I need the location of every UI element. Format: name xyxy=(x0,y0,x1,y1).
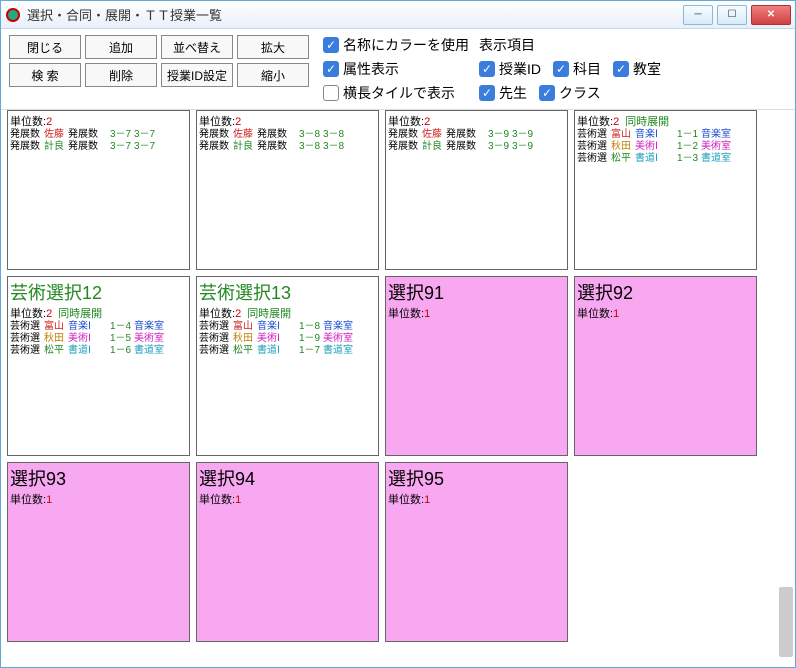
tile-title: 選択94 xyxy=(199,465,376,491)
tile-title: 選択92 xyxy=(577,279,754,305)
tile-units: 単位数:2 xyxy=(10,113,187,129)
tile-units: 単位数:1 xyxy=(199,491,376,507)
tile-detail-row: 芸術選秋田美術Ⅰ1－5美術室 xyxy=(10,333,187,345)
tile-detail-row: 芸術選富山音楽Ⅰ1－1音楽室 xyxy=(577,129,754,141)
chk-teacher[interactable]: ✓ xyxy=(479,85,495,101)
tile-detail-row: 芸術選松平書道Ⅰ1－3書道室 xyxy=(577,153,754,165)
chk-subject[interactable]: ✓ xyxy=(553,61,569,77)
app-icon xyxy=(5,7,21,23)
lesson-tile[interactable]: 選択93単位数:1 xyxy=(7,462,190,642)
chk-attr-show[interactable]: ✓ xyxy=(323,61,339,77)
delete-button[interactable]: 削除 xyxy=(85,63,157,87)
app-window: 選択・合同・展開・ＴＴ授業一覧 ─ ☐ ✕ 閉じる 追加 並べ替え 拡大 検 索… xyxy=(0,0,796,668)
chk-class[interactable]: ✓ xyxy=(539,85,555,101)
tile-detail-row: 芸術選富山音楽Ⅰ1－4音楽室 xyxy=(10,321,187,333)
sort-button[interactable]: 並べ替え xyxy=(161,35,233,59)
tile-units: 単位数:1 xyxy=(388,305,565,321)
tile-detail-row: 芸術選秋田美術Ⅰ1－2美術室 xyxy=(577,141,754,153)
tile-grid: 単位数:2発展数佐藤発展数3－73－7発展数計良発展数3－73－7単位数:2発展… xyxy=(1,110,795,648)
close-window-button[interactable]: ✕ xyxy=(751,5,791,25)
check-col-left: ✓名称にカラーを使用 ✓属性表示 横長タイルで表示 xyxy=(323,35,469,103)
close-button[interactable]: 閉じる xyxy=(9,35,81,59)
tile-detail-row: 発展数佐藤発展数3－93－9 xyxy=(388,129,565,141)
zoomout-button[interactable]: 縮小 xyxy=(237,63,309,87)
tile-detail-row: 芸術選富山音楽Ⅰ1－8音楽室 xyxy=(199,321,376,333)
lesson-tile[interactable]: 選択91単位数:1 xyxy=(385,276,568,456)
tile-units: 単位数:2 xyxy=(199,113,376,129)
lesson-tile[interactable]: 選択94単位数:1 xyxy=(196,462,379,642)
lesson-tile[interactable]: 芸術選択12単位数:2同時展開芸術選富山音楽Ⅰ1－4音楽室芸術選秋田美術Ⅰ1－5… xyxy=(7,276,190,456)
tile-units: 単位数:1 xyxy=(577,305,754,321)
lesson-tile[interactable]: 単位数:2発展数佐藤発展数3－93－9発展数計良発展数3－93－9 xyxy=(385,110,568,270)
content-area: 単位数:2発展数佐藤発展数3－73－7発展数計良発展数3－73－7単位数:2発展… xyxy=(1,110,795,667)
check-col-right: 表示項目 ✓授業ID ✓科目 ✓教室 ✓先生 ✓クラス xyxy=(479,35,661,103)
zoomin-button[interactable]: 拡大 xyxy=(237,35,309,59)
tile-title: 芸術選択13 xyxy=(199,279,376,305)
tile-title: 選択95 xyxy=(388,465,565,491)
chk-name-color[interactable]: ✓ xyxy=(323,37,339,53)
tile-units: 単位数:2同時展開 xyxy=(577,113,754,129)
tile-detail-row: 芸術選松平書道Ⅰ1－7書道室 xyxy=(199,345,376,357)
chk-room[interactable]: ✓ xyxy=(613,61,629,77)
toolbar-buttons: 閉じる 追加 並べ替え 拡大 検 索 削除 授業ID設定 縮小 xyxy=(9,35,309,87)
tile-detail-row: 芸術選秋田美術Ⅰ1－9美術室 xyxy=(199,333,376,345)
tile-detail-row: 発展数佐藤発展数3－73－7 xyxy=(10,129,187,141)
toolbar: 閉じる 追加 並べ替え 拡大 検 索 削除 授業ID設定 縮小 ✓名称にカラーを… xyxy=(1,29,795,110)
tile-detail-row: 発展数計良発展数3－93－9 xyxy=(388,141,565,153)
minimize-button[interactable]: ─ xyxy=(683,5,713,25)
lesson-tile[interactable]: 選択92単位数:1 xyxy=(574,276,757,456)
tile-units: 単位数:1 xyxy=(10,491,187,507)
tile-units: 単位数:1 xyxy=(388,491,565,507)
tile-units: 単位数:2 xyxy=(388,113,565,129)
lesson-tile[interactable]: 選択95単位数:1 xyxy=(385,462,568,642)
tile-units: 単位数:2同時展開 xyxy=(199,305,376,321)
tile-detail-row: 発展数計良発展数3－73－7 xyxy=(10,141,187,153)
idset-button[interactable]: 授業ID設定 xyxy=(161,63,233,87)
window-title: 選択・合同・展開・ＴＴ授業一覧 xyxy=(27,5,679,24)
lesson-tile[interactable]: 単位数:2発展数佐藤発展数3－83－8発展数計良発展数3－83－8 xyxy=(196,110,379,270)
tile-title: 芸術選択12 xyxy=(10,279,187,305)
tile-detail-row: 発展数佐藤発展数3－83－8 xyxy=(199,129,376,141)
chk-wide-tile[interactable] xyxy=(323,85,339,101)
scrollbar-thumb[interactable] xyxy=(779,587,793,657)
tile-detail-row: 発展数計良発展数3－83－8 xyxy=(199,141,376,153)
tile-units: 単位数:2同時展開 xyxy=(10,305,187,321)
tile-title: 選択91 xyxy=(388,279,565,305)
tile-detail-row: 芸術選松平書道Ⅰ1－6書道室 xyxy=(10,345,187,357)
titlebar: 選択・合同・展開・ＴＴ授業一覧 ─ ☐ ✕ xyxy=(1,1,795,29)
lesson-tile[interactable]: 単位数:2同時展開芸術選富山音楽Ⅰ1－1音楽室芸術選秋田美術Ⅰ1－2美術室芸術選… xyxy=(574,110,757,270)
chk-lessonid[interactable]: ✓ xyxy=(479,61,495,77)
display-header: 表示項目 xyxy=(479,35,661,55)
maximize-button[interactable]: ☐ xyxy=(717,5,747,25)
add-button[interactable]: 追加 xyxy=(85,35,157,59)
tile-title: 選択93 xyxy=(10,465,187,491)
lesson-tile[interactable]: 単位数:2発展数佐藤発展数3－73－7発展数計良発展数3－73－7 xyxy=(7,110,190,270)
search-button[interactable]: 検 索 xyxy=(9,63,81,87)
lesson-tile[interactable]: 芸術選択13単位数:2同時展開芸術選富山音楽Ⅰ1－8音楽室芸術選秋田美術Ⅰ1－9… xyxy=(196,276,379,456)
